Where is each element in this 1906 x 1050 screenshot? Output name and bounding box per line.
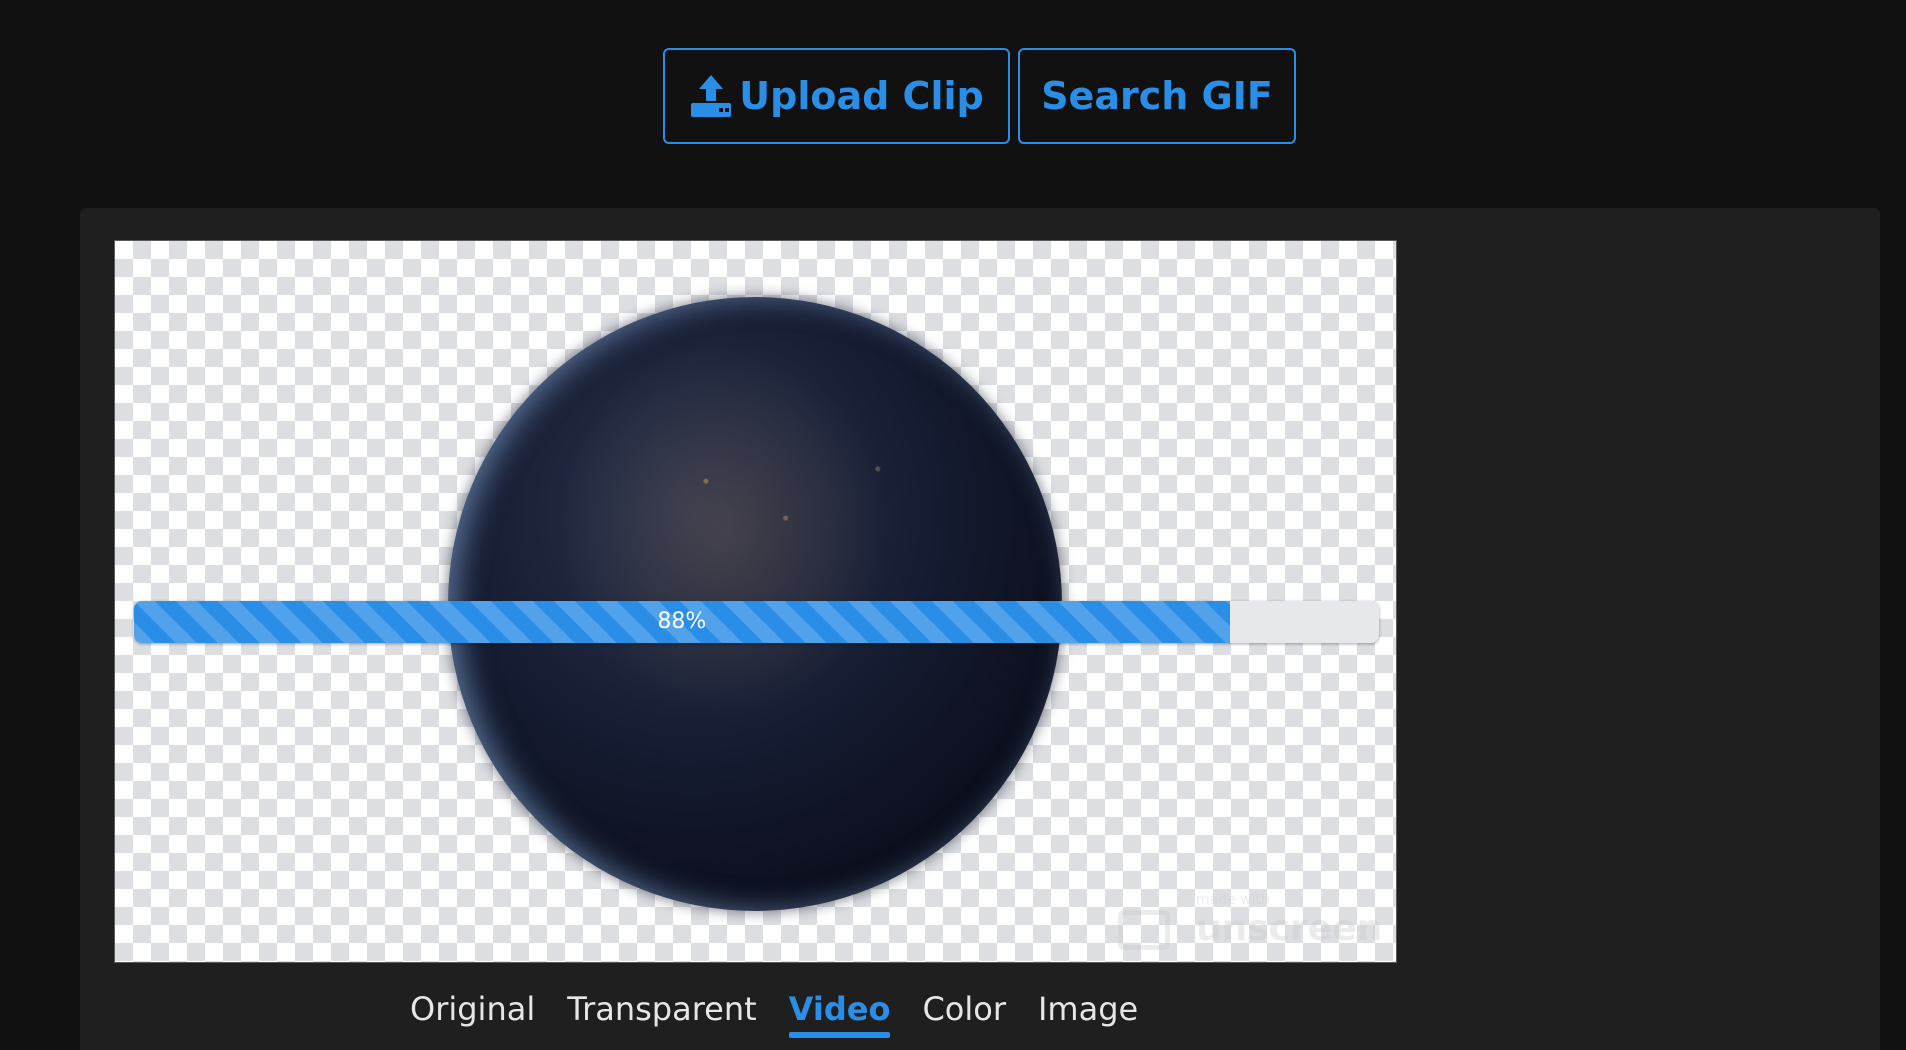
search-gif-label: Search GIF	[1041, 74, 1273, 118]
upload-clip-button[interactable]: Upload Clip	[663, 48, 1010, 144]
unscreen-logo-icon	[1118, 910, 1170, 950]
upload-clip-label: Upload Clip	[739, 74, 984, 118]
top-bar: Upload Clip Search GIF	[0, 0, 1906, 208]
output-view-tabs: Original Transparent Video Color Image	[410, 990, 1170, 1050]
unscreen-watermark: made with unscreen	[1118, 892, 1388, 952]
watermark-small-text: made with	[1196, 892, 1270, 908]
upload-icon	[691, 75, 732, 117]
search-gif-button[interactable]: Search GIF	[1018, 48, 1296, 144]
tab-color[interactable]: Color	[922, 990, 1006, 1036]
processing-progress-bar: 88%	[134, 601, 1379, 643]
tab-video[interactable]: Video	[788, 990, 890, 1038]
tab-original[interactable]: Original	[410, 990, 535, 1036]
tab-image[interactable]: Image	[1038, 990, 1138, 1036]
watermark-brand-text: unscreen	[1196, 908, 1383, 949]
tab-transparent[interactable]: Transparent	[567, 990, 756, 1036]
progress-percent-label: 88%	[657, 609, 707, 634]
